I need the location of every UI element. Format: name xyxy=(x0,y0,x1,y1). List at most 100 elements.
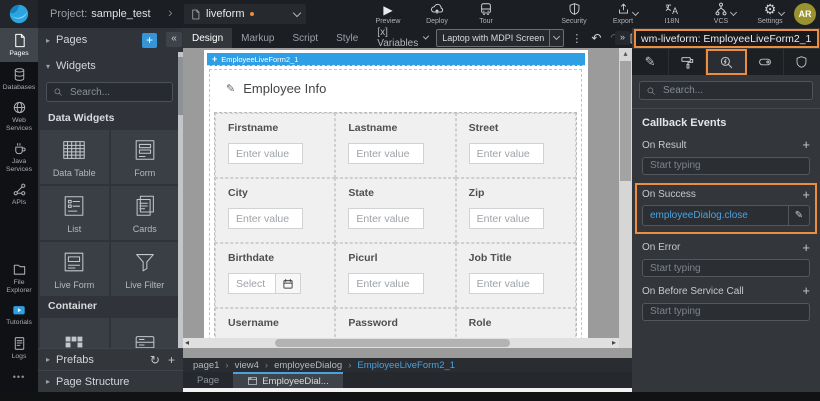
page-selector[interactable]: liveform xyxy=(184,4,306,24)
i18n-button[interactable]: A I18N xyxy=(654,2,690,25)
callback-events-title: Callback Events xyxy=(642,117,810,129)
on-error-input[interactable] xyxy=(642,259,810,277)
cards-icon xyxy=(132,193,158,219)
add-action-button[interactable]: + xyxy=(802,242,810,254)
container-grid xyxy=(40,318,179,350)
scroll-left-icon[interactable]: ◂ xyxy=(185,338,189,348)
widget-tile-grid-layout[interactable] xyxy=(40,318,109,350)
horizontal-scrollbar[interactable]: ◂ ▸ xyxy=(183,338,619,348)
zip-input[interactable] xyxy=(469,208,544,229)
scrollbar-thumb[interactable] xyxy=(275,339,510,347)
scroll-right-icon[interactable]: ▸ xyxy=(612,338,616,348)
footer-tab-employee-dialog[interactable]: EmployeeDial... xyxy=(233,372,343,388)
search-icon xyxy=(646,86,656,96)
nav-item-tutorials[interactable]: Tutorials xyxy=(0,298,38,331)
nav-item-java-services[interactable]: Java Services xyxy=(0,136,38,177)
job-title-input[interactable] xyxy=(469,273,544,294)
vcs-button[interactable]: VCS xyxy=(703,2,739,25)
kebab-menu-icon[interactable]: ⋮ xyxy=(571,32,582,45)
undo-button[interactable]: ↶ xyxy=(591,32,601,44)
tab-markup[interactable]: Markup xyxy=(232,28,283,48)
page-structure-accordion[interactable]: ▸ Page Structure xyxy=(38,370,183,392)
breadcrumb-employee-dialog[interactable]: employeeDialog xyxy=(274,360,342,371)
user-avatar[interactable]: AR xyxy=(794,3,816,25)
nav-item-web-services[interactable]: Web Services xyxy=(0,95,38,136)
tab-styles[interactable] xyxy=(669,49,706,75)
breadcrumb-view4[interactable]: view4 xyxy=(235,360,259,371)
city-input[interactable] xyxy=(228,208,303,229)
calendar-button[interactable] xyxy=(275,273,301,294)
pencil-icon: ✎ xyxy=(645,54,656,70)
pencil-icon[interactable]: ✎ xyxy=(226,82,235,95)
edit-action-button[interactable]: ✎ xyxy=(788,206,809,225)
collapse-panel-button[interactable]: « xyxy=(166,32,182,47)
wavemaker-logo-icon xyxy=(8,3,30,25)
nav-item-pages[interactable]: Pages xyxy=(0,28,38,62)
nav-item-apis[interactable]: APIs xyxy=(0,177,38,211)
page-file-icon xyxy=(190,8,201,21)
street-input[interactable] xyxy=(469,143,544,164)
picurl-input[interactable] xyxy=(348,273,423,294)
widget-tile-form[interactable]: Form xyxy=(111,130,180,184)
form-cell-state: State xyxy=(335,178,455,243)
tab-security[interactable] xyxy=(784,49,820,75)
widget-tile-live-form[interactable]: Live Form xyxy=(40,242,109,296)
widget-tile-cards[interactable]: Cards xyxy=(111,186,180,240)
widget-search-input[interactable] xyxy=(68,86,166,99)
prefabs-accordion[interactable]: ▸ Prefabs ↻ + xyxy=(38,348,183,370)
deploy-button[interactable]: Deploy xyxy=(419,2,455,25)
on-success-action-link[interactable]: employeeDialog.close xyxy=(643,206,788,225)
add-action-button[interactable]: + xyxy=(802,189,810,201)
tour-button[interactable]: Tour xyxy=(468,2,504,25)
variables-menu[interactable]: [x] Variables xyxy=(377,27,428,49)
nav-item-databases[interactable]: Databases xyxy=(0,62,38,96)
tab-device[interactable] xyxy=(747,49,784,75)
widget-tile-layout-rows[interactable] xyxy=(111,318,180,350)
add-action-button[interactable]: + xyxy=(802,285,810,297)
tab-events[interactable] xyxy=(706,49,746,75)
add-prefab-button[interactable]: + xyxy=(168,353,175,367)
export-button[interactable]: Export xyxy=(605,2,641,25)
pages-accordion[interactable]: ▸ Pages + xyxy=(38,28,183,52)
selected-widget-bar[interactable]: + EmployeeLiveForm2_1 xyxy=(207,53,585,66)
properties-search-input[interactable] xyxy=(661,84,806,97)
widget-tile-live-filter[interactable]: Live Filter xyxy=(111,242,180,296)
breadcrumb-page1[interactable]: page1 xyxy=(193,360,219,371)
add-page-button[interactable]: + xyxy=(142,33,157,48)
vertical-scrollbar[interactable]: ▴ xyxy=(619,48,632,348)
tab-design[interactable]: Design xyxy=(183,28,232,48)
tutorials-play-icon xyxy=(11,303,27,317)
nav-item-file-explorer[interactable]: File Explorer xyxy=(0,257,38,298)
chevron-down-icon xyxy=(293,8,301,16)
wavemaker-studio: Project: sample_test › liveform ▶ Previe… xyxy=(0,0,820,401)
firstname-input[interactable] xyxy=(228,143,303,164)
play-icon: ▶ xyxy=(383,4,392,16)
state-input[interactable] xyxy=(348,208,423,229)
more-options-icon[interactable]: ••• xyxy=(0,364,38,392)
widgets-accordion[interactable]: ▾ Widgets xyxy=(38,54,183,78)
preview-button[interactable]: ▶ Preview xyxy=(370,2,406,25)
widget-tile-list[interactable]: List xyxy=(40,186,109,240)
nav-item-logs[interactable]: Logs xyxy=(0,331,38,365)
footer-tab-page[interactable]: Page xyxy=(183,372,233,388)
wavemaker-logo[interactable] xyxy=(0,0,38,28)
widget-tile-data-table[interactable]: Data Table xyxy=(40,130,109,184)
tab-properties[interactable]: ✎ xyxy=(632,49,669,75)
live-form-widget[interactable]: ✎ Employee Info Firstname Lastname xyxy=(209,69,582,348)
birthdate-input[interactable] xyxy=(228,273,275,294)
security-button[interactable]: Security xyxy=(556,2,592,25)
lastname-input[interactable] xyxy=(348,143,423,164)
refresh-icon[interactable]: ↻ xyxy=(150,353,160,367)
on-result-input[interactable] xyxy=(642,157,810,175)
settings-button[interactable]: ⚙ Settings xyxy=(752,2,788,25)
breadcrumb-current[interactable]: EmployeeLiveForm2_1 xyxy=(357,360,455,371)
scroll-up-icon[interactable]: ▴ xyxy=(619,48,632,60)
on-before-service-call-input[interactable] xyxy=(642,303,810,321)
tab-style[interactable]: Style xyxy=(327,28,367,48)
scrollbar-thumb[interactable] xyxy=(620,61,631,181)
expand-panel-button[interactable]: » xyxy=(615,31,630,45)
device-selector[interactable]: Laptop with MDPI Screen xyxy=(436,29,564,47)
top-bar: Project: sample_test › liveform ▶ Previe… xyxy=(0,0,820,29)
add-action-button[interactable]: + xyxy=(802,139,810,151)
tab-script[interactable]: Script xyxy=(284,28,328,48)
